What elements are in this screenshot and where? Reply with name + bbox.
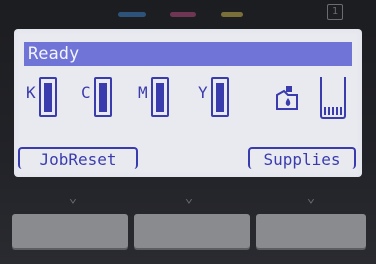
chevron-down-icon: ⌄	[68, 190, 78, 206]
yellow-indicator-led	[221, 12, 243, 17]
chevron-down-icon: ⌄	[306, 190, 316, 206]
waste-toner-icon	[276, 86, 298, 110]
ink-levels: K C M Y	[26, 77, 348, 125]
status-title: Ready	[24, 42, 352, 66]
ink-letter: M	[138, 83, 148, 102]
ink-tank-c	[94, 77, 112, 117]
ink-letter: K	[26, 83, 36, 102]
job-reset-softkey[interactable]: JobReset	[18, 147, 138, 169]
ink-fill-m	[156, 83, 164, 112]
waste-tank	[320, 77, 346, 119]
left-softkey-button[interactable]	[12, 214, 128, 248]
middle-softkey-button[interactable]	[134, 214, 250, 248]
ink-fill-c	[99, 83, 107, 112]
magenta-indicator-led	[170, 12, 196, 17]
waste-toner	[274, 77, 348, 123]
ink-tank-k	[39, 77, 57, 117]
chevron-down-icon: ⌄	[184, 190, 194, 206]
right-softkey-button[interactable]	[256, 214, 366, 248]
ink-letter: Y	[198, 83, 208, 102]
lcd-screen: Ready K C M Y JobReset Supplies	[14, 29, 362, 177]
counter-icon: 1	[327, 4, 343, 20]
ink-fill-y	[216, 83, 224, 112]
ink-tank-y	[211, 77, 229, 117]
ink-letter: C	[81, 83, 91, 102]
supplies-softkey[interactable]: Supplies	[248, 147, 356, 169]
waste-fill	[324, 107, 342, 115]
ink-tank-m	[151, 77, 169, 117]
ink-fill-k	[44, 83, 52, 112]
cyan-indicator-led	[118, 12, 146, 17]
